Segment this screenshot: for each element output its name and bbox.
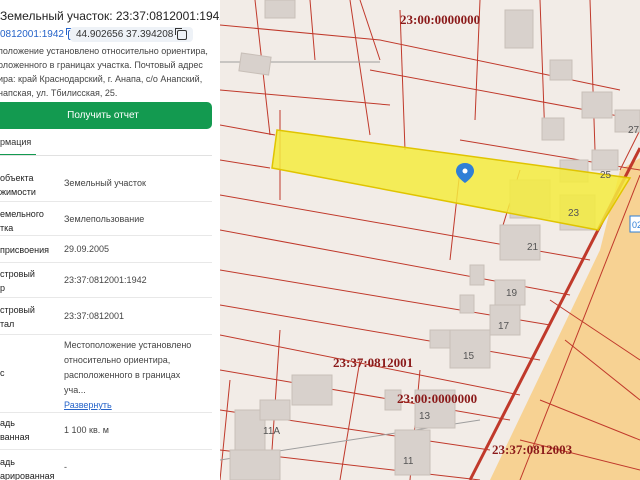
- get-report-button[interactable]: Получить отчет: [0, 102, 212, 129]
- row-value: Местоположение установлено: [64, 340, 192, 350]
- row-label: тка: [0, 223, 14, 233]
- edge-tag-label: 02: [632, 220, 640, 230]
- row-label: емельного: [0, 209, 44, 219]
- house-number-label: 19: [506, 288, 518, 299]
- row-value: 29.09.2005: [64, 244, 110, 254]
- cadastral-block-label: 23:37:0812003: [492, 442, 573, 457]
- info-panel: Земельный участок: 23:37:0812001:1942 08…: [0, 0, 221, 480]
- info-row-cadastral-number: стровый р 23:37:0812001:1942: [0, 263, 212, 298]
- tab-divider: [0, 155, 212, 156]
- row-value: 23:37:0812001:1942: [64, 275, 147, 285]
- row-label: р: [0, 283, 6, 293]
- page-title: Земельный участок: 23:37:0812001:1942: [0, 9, 221, 23]
- address-block: положение установлено относительно ориен…: [0, 44, 212, 100]
- row-label: жимости: [0, 187, 36, 197]
- row-label: адь: [0, 457, 15, 467]
- row-value: 23:37:0812001: [64, 311, 125, 321]
- address-line: ира: край Краснодарский, г. Анапа, с/о А…: [0, 74, 203, 84]
- row-value: относительно ориентира,: [64, 355, 171, 365]
- house-number-label: 11: [403, 456, 414, 467]
- copy-icon[interactable]: [175, 27, 188, 40]
- row-label: тал: [0, 319, 15, 329]
- house-number-label: 13: [419, 411, 431, 422]
- cadastral-block-label: 23:00:0000000: [400, 12, 480, 27]
- row-value: Земельный участок: [64, 178, 146, 188]
- cadastral-number-chip[interactable]: 0812001:1942: [0, 27, 78, 40]
- row-label: присвоения: [0, 245, 49, 255]
- house-number-label: 25: [600, 170, 612, 181]
- row-value: расположенного в границах: [64, 370, 181, 380]
- row-value: Землепользование: [64, 214, 145, 224]
- cadastral-block-label: 23:00:0000000: [397, 391, 477, 406]
- cadastral-number-text: 0812001:1942: [0, 29, 64, 40]
- info-row-address: с Местоположение установлено относительн…: [0, 335, 212, 413]
- cadastral-block-label: 23:37:0812001: [333, 355, 413, 370]
- cadastral-map[interactable]: 27 25 23 21 19 17 15 13 11 11А 23:00:000…: [220, 0, 640, 480]
- info-row-land-type: емельного тка Землепользование: [0, 202, 212, 236]
- house-number-label: 21: [527, 242, 539, 253]
- row-value: уча...: [64, 385, 86, 395]
- house-number-label: 11А: [263, 426, 280, 437]
- row-label: объекта: [0, 173, 34, 183]
- house-number-label: 23: [568, 208, 580, 219]
- row-label: арированная: [0, 471, 55, 480]
- expand-link[interactable]: Развернуть: [64, 400, 112, 410]
- house-number-label: 15: [463, 351, 475, 362]
- info-row-object-type: объекта жимости Земельный участок: [0, 157, 212, 202]
- info-row-assigned-date: присвоения 29.09.2005: [0, 236, 212, 263]
- tab-information[interactable]: рмация: [0, 137, 36, 156]
- row-value: -: [64, 462, 67, 472]
- coordinates-text: 44.902656 37.394208: [76, 29, 174, 40]
- row-label: ванная: [0, 432, 30, 442]
- address-line: положение установлено относительно ориен…: [0, 46, 208, 56]
- row-label: стровый: [0, 305, 35, 315]
- coordinates-chip[interactable]: 44.902656 37.394208: [70, 27, 194, 42]
- address-line: напская, ул. Тбилисская, 25.: [0, 88, 118, 98]
- house-number-label: 27: [628, 125, 640, 136]
- row-value: 1 100 кв. м: [64, 425, 109, 435]
- house-number-label: 17: [498, 321, 510, 332]
- info-row-declared-area: адь арированная -: [0, 450, 212, 480]
- row-label: с: [0, 368, 5, 378]
- info-row-area: адь ванная 1 100 кв. м: [0, 413, 212, 450]
- row-label: стровый: [0, 269, 35, 279]
- info-row-cadastral-quarter: стровый тал 23:37:0812001: [0, 298, 212, 335]
- address-line: оложенного в границах участка. Почтовый …: [0, 60, 203, 70]
- row-label: адь: [0, 418, 15, 428]
